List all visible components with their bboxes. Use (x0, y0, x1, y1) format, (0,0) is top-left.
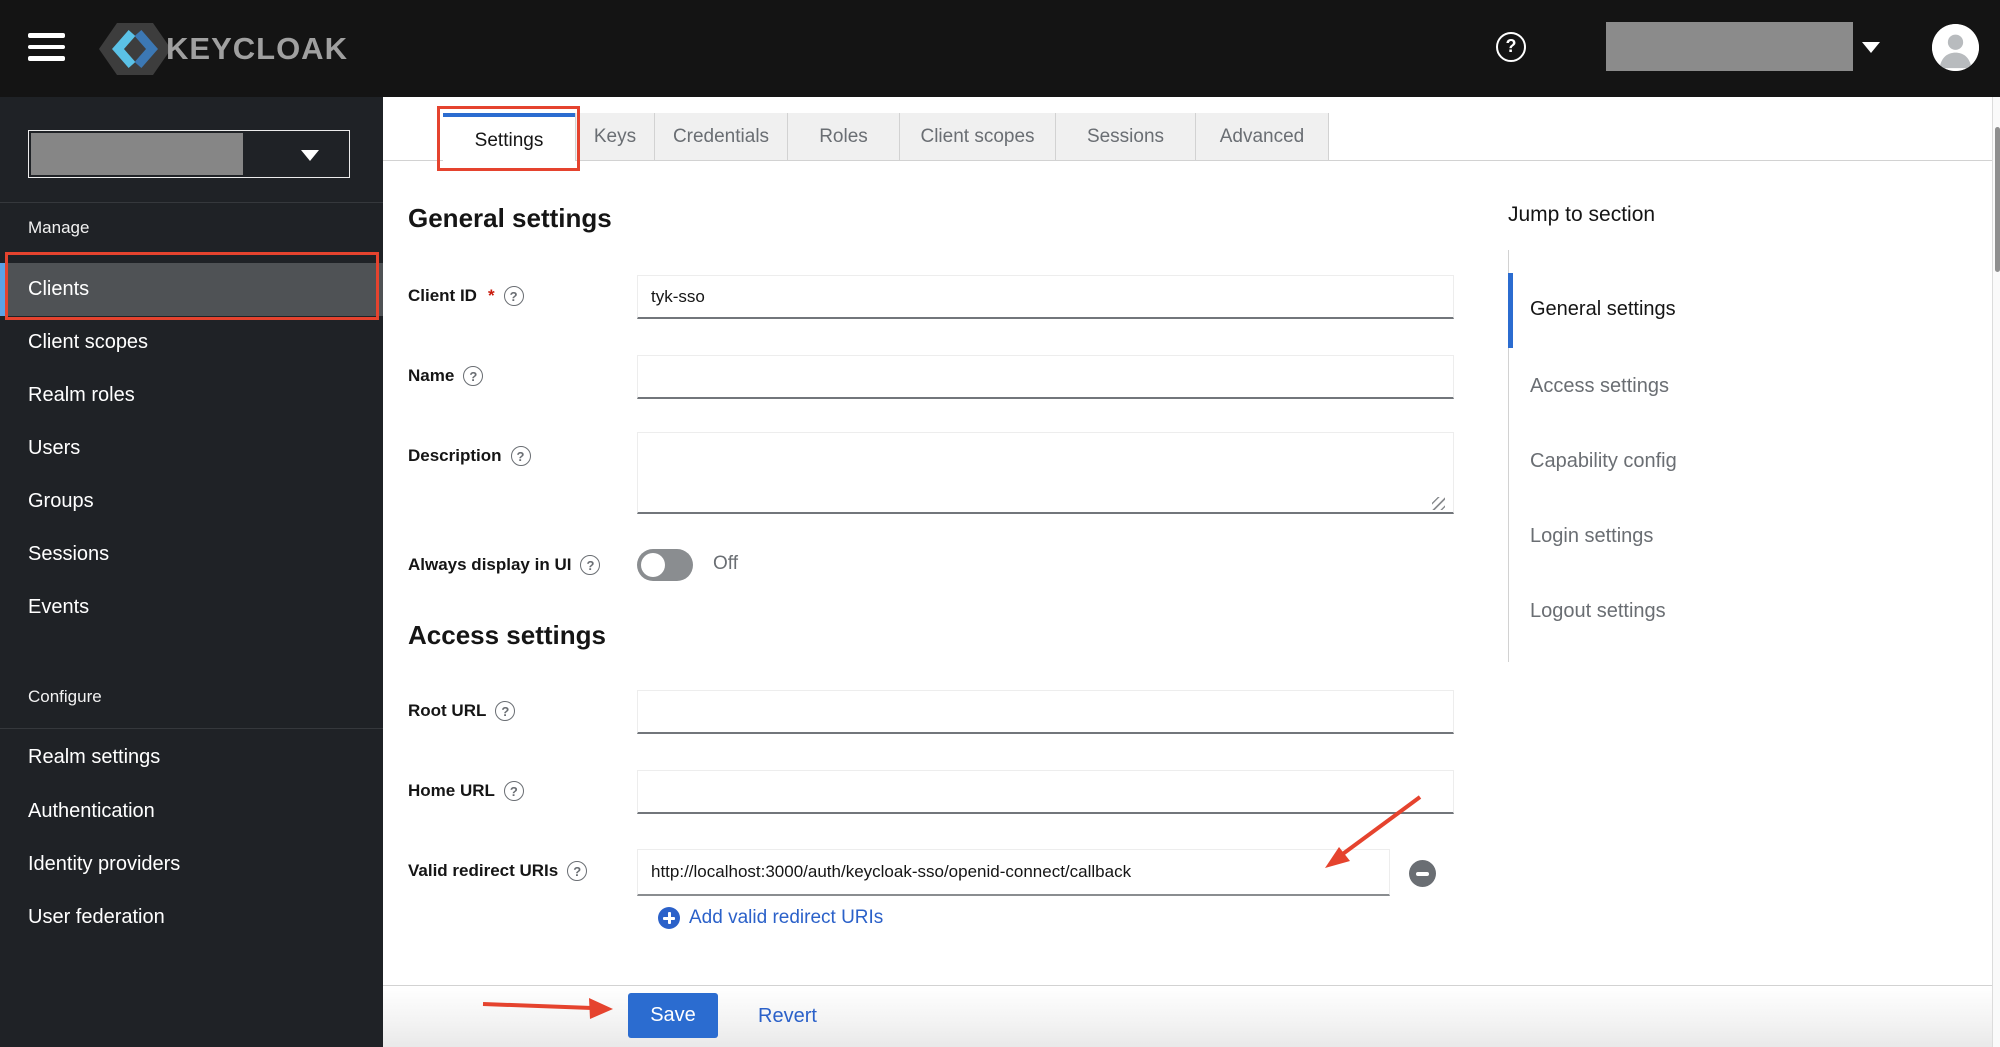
avatar[interactable] (1932, 24, 1979, 71)
jump-item-login-settings[interactable]: Login settings (1530, 525, 1653, 548)
nav-header-manage: Manage (28, 218, 90, 237)
scrollbar-track[interactable] (1992, 97, 2000, 1047)
current-user-redacted (1606, 22, 1853, 71)
sidebar-item-clients[interactable]: Clients (0, 263, 383, 316)
name-help-icon[interactable]: ? (463, 366, 484, 386)
sidebar-item-realm-settings[interactable]: Realm settings (0, 731, 383, 784)
sidebar-item-user-federation[interactable]: User federation (0, 891, 383, 944)
tab-advanced[interactable]: Advanced (1195, 113, 1329, 160)
sidebar-item-client-scopes[interactable]: Client scopes (0, 316, 383, 369)
root-url-help-icon[interactable]: ? (495, 701, 516, 721)
add-redirect-uri-button[interactable]: Add valid redirect URIs (658, 907, 883, 929)
jump-to-section-title: Jump to section (1508, 203, 1656, 226)
textarea-resize-grip[interactable] (1432, 497, 1445, 510)
plus-circle-icon (658, 907, 680, 929)
revert-button[interactable]: Revert (758, 1005, 817, 1028)
client-tabs: Settings Keys Credentials Roles Client s… (443, 113, 1329, 165)
valid-redirect-uris-label: Valid redirect URIs ? (408, 861, 588, 881)
home-url-input[interactable] (637, 770, 1454, 814)
name-label: Name ? (408, 366, 484, 386)
person-icon (1932, 24, 1979, 71)
description-label: Description ? (408, 446, 531, 466)
realm-chevron-down-icon (301, 150, 319, 161)
always-display-label: Always display in UI ? (408, 555, 601, 575)
tab-settings[interactable]: Settings (443, 113, 575, 165)
scrollbar-thumb[interactable] (1994, 127, 2000, 272)
tab-keys[interactable]: Keys (575, 113, 654, 160)
toggle-knob (641, 553, 665, 577)
tab-sessions[interactable]: Sessions (1055, 113, 1195, 160)
general-settings-heading: General settings (408, 203, 612, 233)
description-help-icon[interactable]: ? (510, 446, 531, 466)
jump-item-general-settings[interactable]: General settings (1530, 298, 1676, 321)
home-url-help-icon[interactable]: ? (503, 781, 524, 801)
help-icon[interactable]: ? (1496, 32, 1526, 62)
valid-redirect-uri-input[interactable] (637, 849, 1390, 896)
save-button[interactable]: Save (628, 993, 718, 1038)
sidebar-item-sessions[interactable]: Sessions (0, 528, 383, 581)
tab-credentials[interactable]: Credentials (654, 113, 787, 160)
sidebar-divider (0, 202, 383, 203)
access-settings-heading: Access settings (408, 620, 606, 650)
jump-item-logout-settings[interactable]: Logout settings (1530, 600, 1666, 623)
root-url-label: Root URL ? (408, 701, 516, 721)
jump-item-access-settings[interactable]: Access settings (1530, 375, 1669, 398)
sidebar-item-authentication[interactable]: Authentication (0, 785, 383, 838)
keycloak-logo: KEYCLOAK (98, 22, 348, 76)
sidebar-item-users[interactable]: Users (0, 422, 383, 475)
always-display-help-icon[interactable]: ? (580, 555, 601, 575)
tab-client-scopes[interactable]: Client scopes (899, 113, 1055, 160)
hamburger-menu-icon[interactable] (28, 33, 68, 64)
root-url-input[interactable] (637, 690, 1454, 734)
keycloak-logo-icon (99, 23, 171, 75)
sidebar-divider (0, 728, 383, 729)
action-footer (383, 985, 2000, 1047)
valid-redirect-help-icon[interactable]: ? (567, 861, 588, 881)
selected-indicator-bar (0, 263, 5, 316)
client-id-help-icon[interactable]: ? (503, 286, 524, 306)
jump-item-capability-config[interactable]: Capability config (1530, 450, 1677, 473)
tab-roles[interactable]: Roles (787, 113, 899, 160)
name-input[interactable] (637, 355, 1454, 399)
keycloak-logo-text: KEYCLOAK (166, 31, 348, 66)
sidebar-item-identity-providers[interactable]: Identity providers (0, 838, 383, 891)
home-url-label: Home URL ? (408, 781, 524, 801)
realm-selector[interactable] (28, 130, 350, 178)
sidebar-item-groups[interactable]: Groups (0, 475, 383, 528)
description-textarea[interactable] (637, 432, 1454, 514)
top-bar: KEYCLOAK ? (0, 0, 2000, 97)
nav-header-configure: Configure (28, 687, 102, 706)
user-menu-chevron-down-icon[interactable] (1862, 42, 1880, 53)
realm-name-redacted (31, 133, 243, 175)
remove-redirect-uri-button[interactable] (1409, 860, 1436, 887)
sidebar-item-events[interactable]: Events (0, 581, 383, 634)
toggle-state-text: Off (713, 553, 738, 574)
jump-active-indicator (1508, 273, 1513, 348)
sidebar-item-realm-roles[interactable]: Realm roles (0, 369, 383, 422)
keycloak-admin-console: KEYCLOAK ? Manage Clients Client scopes … (0, 0, 2000, 1047)
client-id-input[interactable] (637, 275, 1454, 319)
sidebar: Manage Clients Client scopes Realm roles… (0, 97, 383, 1047)
required-asterisk: * (487, 286, 495, 305)
always-display-toggle[interactable] (637, 549, 693, 581)
client-id-label: Client ID * ? (408, 286, 524, 306)
